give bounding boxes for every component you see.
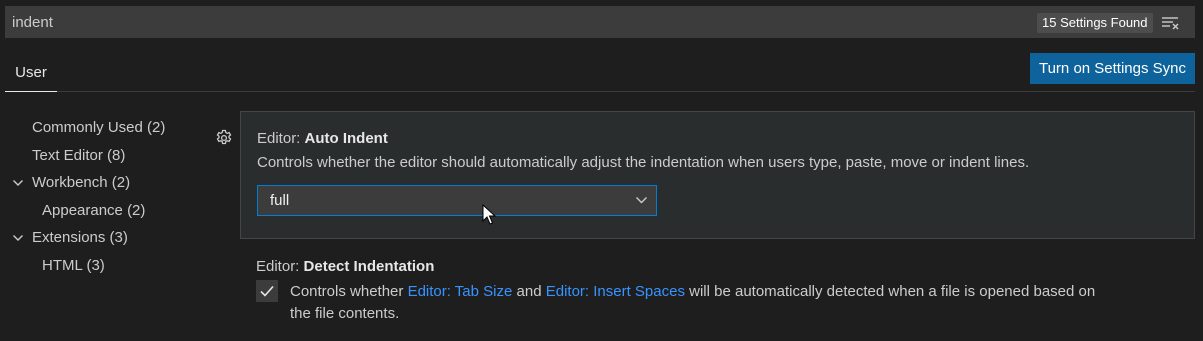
settings-search-input[interactable] [5,6,1025,38]
tab-user[interactable]: User [5,56,57,92]
setting-auto-indent: Editor: Auto Indent Controls whether the… [240,111,1195,239]
toc-item-text-editor[interactable]: Text Editor (8) [0,142,200,170]
toc-item-appearance[interactable]: Appearance (2) [0,197,200,225]
toc-item-commonly-used[interactable]: Commonly Used (2) [0,114,200,142]
chevron-down-icon [13,235,23,241]
select-value: full [270,192,290,209]
setting-title: Editor: Detect Indentation [256,258,434,275]
settings-toc: Commonly Used (2) Text Editor (8) Workbe… [0,114,200,279]
description-text: will be automatically detected when a fi… [684,283,1096,300]
gear-icon[interactable] [215,129,233,147]
toc-item-label: Text Editor (8) [32,146,126,164]
description-text: and [512,283,546,300]
settings-search-bar: 15 Settings Found [5,6,1195,38]
setting-title: Editor: Auto Indent [257,130,388,147]
chevron-down-icon [13,180,23,186]
toc-item-label: Appearance (2) [42,201,146,219]
clear-filter-icon[interactable] [1161,15,1181,31]
insert-spaces-setting-link[interactable]: Editor: Insert Spaces [546,283,685,300]
turn-on-settings-sync-button[interactable]: Turn on Settings Sync [1030,53,1195,84]
setting-description: Controls whether Editor: Tab Size and Ed… [290,283,1095,300]
toc-item-workbench[interactable]: Workbench (2) [0,169,200,197]
mouse-cursor-icon [482,204,496,225]
toc-item-html[interactable]: HTML (3) [0,252,200,280]
description-text: Controls whether [290,283,408,300]
toc-item-label: Workbench (2) [32,174,131,191]
setting-name: Auto Indent [304,130,388,147]
setting-category: Editor: [256,258,304,275]
toc-item-label: Commonly Used (2) [32,119,166,136]
setting-description-line2: the file contents. [290,305,400,322]
chevron-down-icon [636,197,647,204]
header-divider [57,91,1195,92]
detect-indentation-checkbox[interactable] [256,280,278,302]
checkmark-icon [260,285,274,297]
setting-category: Editor: [257,130,305,147]
tab-size-setting-link[interactable]: Editor: Tab Size [408,283,513,300]
setting-name: Detect Indentation [303,258,435,275]
settings-count-badge: 15 Settings Found [1037,13,1153,33]
toc-item-label: Extensions (3) [32,229,128,246]
toc-item-extensions[interactable]: Extensions (3) [0,224,200,252]
auto-indent-select[interactable]: full [257,185,657,216]
toc-item-label: HTML (3) [42,256,105,274]
setting-description: Controls whether the editor should autom… [257,154,1030,171]
